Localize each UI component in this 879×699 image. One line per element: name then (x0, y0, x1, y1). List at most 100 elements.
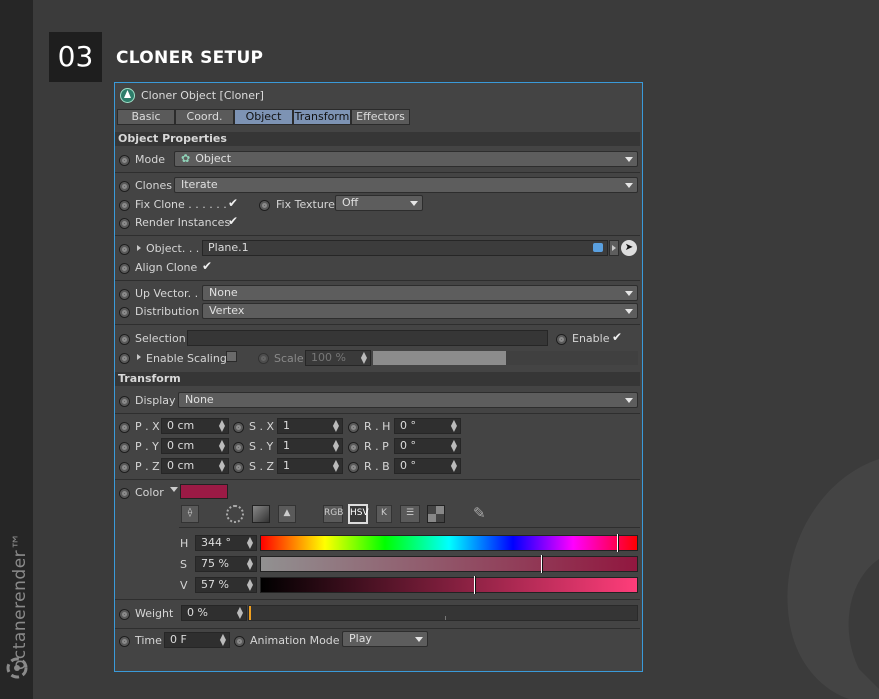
weight-slider-handle[interactable] (249, 606, 251, 620)
scale-y-keyframe-radio[interactable] (233, 442, 244, 453)
position-z-label: P . Z (135, 460, 160, 473)
expand-triangle-icon[interactable] (137, 245, 141, 251)
expand-triangle-icon[interactable] (137, 354, 141, 360)
spinner-arrows-icon: ▲ ▼ (218, 418, 225, 433)
distribution-dropdown[interactable]: Vertex (202, 303, 638, 319)
position-y-field[interactable]: 0 cm ▲ ▼ (161, 438, 229, 454)
eyedropper-icon[interactable]: ✎ (473, 504, 489, 524)
scale-z-keyframe-radio[interactable] (233, 462, 244, 473)
tab-transform[interactable]: Transform (293, 109, 351, 125)
value-slider-handle[interactable] (474, 576, 476, 594)
image-picker-icon[interactable]: ▲ (278, 505, 296, 523)
weight-field[interactable]: 0 % ▲ ▼ (181, 605, 247, 621)
rotation-b-keyframe-radio[interactable] (348, 462, 359, 473)
color-swatch[interactable] (180, 484, 228, 499)
rotation-h-field[interactable]: 0 ° ▲ ▼ (394, 418, 461, 434)
spinner-arrows-icon: ▲ ▼ (236, 605, 243, 620)
pick-object-cursor-icon[interactable]: ➤ (621, 240, 637, 256)
enable-checkbox[interactable]: ✔ (611, 331, 623, 343)
up-vector-keyframe-radio[interactable] (119, 289, 130, 300)
selection-keyframe-radio[interactable] (119, 334, 130, 345)
display-label: Display (135, 394, 176, 407)
position-z-keyframe-radio[interactable] (119, 462, 130, 473)
hue-field[interactable]: 344 ° ▲ ▼ (195, 535, 257, 551)
position-y-keyframe-radio[interactable] (119, 442, 130, 453)
distribution-keyframe-radio[interactable] (119, 307, 130, 318)
render-instances-checkbox[interactable]: ✔ (227, 215, 239, 227)
align-clone-keyframe-radio[interactable] (119, 263, 130, 274)
tab-coord[interactable]: Coord. (175, 109, 234, 125)
color-wheel-mode-icon[interactable]: ⟠ (181, 505, 199, 523)
position-x-keyframe-radio[interactable] (119, 422, 130, 433)
display-keyframe-radio[interactable] (119, 396, 130, 407)
time-keyframe-radio[interactable] (119, 636, 130, 647)
spinner-arrows-icon: ▲ ▼ (450, 418, 457, 433)
tab-basic[interactable]: Basic (117, 109, 175, 125)
scale-x-keyframe-radio[interactable] (233, 422, 244, 433)
rotation-b-field[interactable]: 0 ° ▲ ▼ (394, 458, 461, 474)
selection-field[interactable] (187, 330, 548, 346)
enable-keyframe-radio[interactable] (556, 334, 567, 345)
up-vector-dropdown[interactable]: None (202, 285, 638, 301)
position-x-field[interactable]: 0 cm ▲ ▼ (161, 418, 229, 434)
swatches-icon[interactable] (427, 505, 445, 523)
animation-mode-keyframe-radio[interactable] (234, 636, 245, 647)
link-menu-button[interactable] (609, 240, 619, 256)
gradient-icon[interactable] (252, 505, 270, 523)
distribution-label: Distribution (135, 305, 200, 318)
scale-z-field[interactable]: 1 ▲ ▼ (277, 458, 343, 474)
fix-clone-keyframe-radio[interactable] (119, 200, 130, 211)
fix-texture-dropdown[interactable]: Off (335, 195, 423, 211)
clones-dropdown[interactable]: Iterate (174, 177, 638, 193)
weight-keyframe-radio[interactable] (119, 609, 130, 620)
hue-slider-handle[interactable] (617, 534, 619, 552)
mixer-icon[interactable]: ☰ (400, 505, 420, 523)
fix-clone-checkbox[interactable]: ✔ (227, 197, 239, 209)
position-z-field[interactable]: 0 cm ▲ ▼ (161, 458, 229, 474)
spinner-arrows-icon: ▲ ▼ (450, 438, 457, 453)
kelvin-mode-button[interactable]: K (376, 505, 392, 523)
rotation-h-keyframe-radio[interactable] (348, 422, 359, 433)
color-options-arrow-icon[interactable] (170, 487, 178, 492)
object-link-field[interactable]: Plane.1 (202, 240, 608, 256)
rotation-b-label: R . B (364, 460, 390, 473)
hue-slider[interactable] (260, 534, 638, 552)
align-clone-checkbox[interactable]: ✔ (201, 260, 213, 272)
saturation-slider-handle[interactable] (541, 555, 543, 573)
color-spectrum-icon[interactable] (226, 505, 244, 523)
saturation-field[interactable]: 75 % ▲ ▼ (195, 556, 257, 572)
clones-keyframe-radio[interactable] (119, 181, 130, 192)
color-keyframe-radio[interactable] (119, 488, 130, 499)
tab-effectors[interactable]: Effectors (351, 109, 410, 125)
fix-clone-label: Fix Clone . . . . . . (135, 198, 227, 211)
rgb-mode-button[interactable]: RGB (323, 505, 343, 523)
value-slider[interactable] (260, 576, 638, 594)
display-dropdown[interactable]: None (178, 392, 638, 408)
object-keyframe-radio[interactable] (119, 244, 130, 255)
enable-scaling-checkbox[interactable] (226, 351, 237, 362)
hsv-mode-button[interactable]: HSV (348, 504, 369, 524)
object-title: Cloner Object [Cloner] (141, 89, 264, 102)
tab-object[interactable]: Object (234, 109, 293, 125)
enable-scaling-keyframe-radio[interactable] (119, 353, 130, 364)
fix-texture-keyframe-radio[interactable] (259, 200, 270, 211)
scale-x-field[interactable]: 1 ▲ ▼ (277, 418, 343, 434)
saturation-slider[interactable] (260, 555, 638, 573)
section-object-properties: Object Properties (115, 132, 640, 146)
time-field[interactable]: 0 F ▲ ▼ (164, 632, 230, 648)
rotation-p-keyframe-radio[interactable] (348, 442, 359, 453)
mode-keyframe-radio[interactable] (119, 155, 130, 166)
separator (115, 235, 640, 236)
mode-dropdown[interactable]: ✿ Object (174, 151, 638, 167)
spinner-arrows-icon: ▲ ▼ (332, 418, 339, 433)
scale-y-field[interactable]: 1 ▲ ▼ (277, 438, 343, 454)
rotation-p-field[interactable]: 0 ° ▲ ▼ (394, 438, 461, 454)
animation-mode-dropdown[interactable]: Play (342, 631, 428, 647)
weight-slider[interactable] (248, 605, 638, 621)
color-label: Color (135, 486, 164, 499)
render-instances-keyframe-radio[interactable] (119, 218, 130, 229)
value-field[interactable]: 57 % ▲ ▼ (195, 577, 257, 593)
chevron-down-icon (415, 637, 423, 642)
spinner-arrows-icon: ▲ ▼ (218, 438, 225, 453)
clones-value: Iterate (181, 178, 218, 191)
